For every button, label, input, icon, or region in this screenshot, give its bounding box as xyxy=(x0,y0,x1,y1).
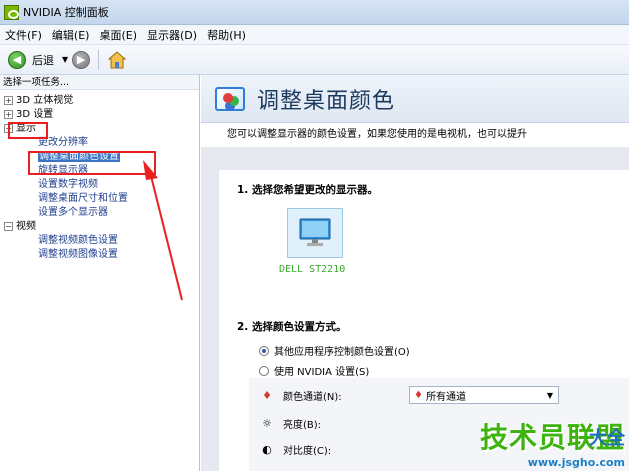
tree-item-label: 调整视频颜色设置 xyxy=(38,235,118,246)
toolbar-separator xyxy=(98,49,100,70)
color-channel-label: 颜色通道(N): xyxy=(283,392,342,403)
back-arrow-icon[interactable]: ◀ xyxy=(8,50,26,69)
forward-arrow-icon[interactable]: ▶ xyxy=(72,50,91,69)
annotation-box-display xyxy=(8,122,48,139)
color-channel-icon: ♦ xyxy=(414,389,423,401)
radio-other-apps[interactable]: 其他应用程序控制颜色设置(O) xyxy=(259,343,410,358)
radio-label: 使用 NVIDIA 设置(S) xyxy=(274,367,370,378)
watermark-side-text: 大全 xyxy=(589,428,625,449)
monitor-tile[interactable] xyxy=(287,208,343,258)
tree-item-label: 设置多个显示器 xyxy=(38,207,108,218)
menu-bar: 文件(F) 编辑(E) 桌面(E) 显示器(D) 帮助(H) xyxy=(0,25,629,45)
page-description: 您可以调整显示器的颜色设置，如果您使用的是电视机，也可以提升 xyxy=(201,123,629,147)
tree-node-video[interactable]: − 视频 xyxy=(4,220,199,234)
section-select-display-title: 1. 选择您希望更改的显示器。 xyxy=(237,184,378,196)
desktop-color-icon xyxy=(215,86,245,111)
expand-icon[interactable]: + xyxy=(4,95,13,105)
task-tree: +3D 立体视觉 +3D 设置 − 显示 更改分辨率 调整桌面颜色设置 旋转显示器… xyxy=(0,90,199,262)
menu-desktop[interactable]: 桌面(E) xyxy=(94,27,142,43)
tree-item-label: 调整视频图像设置 xyxy=(38,249,118,260)
back-button-label[interactable]: 后退 xyxy=(32,52,54,68)
monitor-icon xyxy=(299,218,331,246)
brightness-icon: ☼ xyxy=(262,417,272,430)
contrast-label: 对比度(C): xyxy=(283,446,332,457)
menu-display[interactable]: 显示器(D) xyxy=(142,27,202,43)
menu-help[interactable]: 帮助(H) xyxy=(202,27,251,43)
collapse-icon[interactable]: − xyxy=(4,221,13,231)
toolbar: ◀ 后退 ▼ ▶ xyxy=(0,45,629,75)
monitor-name: DELL ST2210 xyxy=(279,264,346,275)
color-channel-value: 所有通道 xyxy=(425,391,466,403)
radio-nvidia-settings[interactable]: 使用 NVIDIA 设置(S) xyxy=(259,363,369,378)
tree-item-multiple-displays[interactable]: 设置多个显示器 xyxy=(4,206,199,220)
color-channel-row: ♦ 颜色通道(N): xyxy=(261,388,342,403)
contrast-row: ◐ 对比度(C): xyxy=(261,442,331,457)
contrast-icon: ◐ xyxy=(262,443,272,456)
menu-edit[interactable]: 编辑(E) xyxy=(47,27,95,43)
radio-button[interactable] xyxy=(259,365,269,376)
tree-node-3d-settings[interactable]: +3D 设置 xyxy=(4,108,199,122)
section-color-method-title: 2. 选择颜色设置方式。 xyxy=(237,321,347,333)
content-panel: 调整桌面颜色 您可以调整显示器的颜色设置，如果您使用的是电视机，也可以提升 1.… xyxy=(201,75,629,471)
expand-icon[interactable]: + xyxy=(4,109,13,119)
menu-file[interactable]: 文件(F) xyxy=(0,27,47,43)
color-channel-icon: ♦ xyxy=(262,389,272,402)
task-panel-header: 选择一项任务... xyxy=(0,75,199,90)
back-history-dropdown-icon[interactable]: ▼ xyxy=(62,55,68,64)
chevron-down-icon: ▼ xyxy=(546,390,553,400)
tree-item-digital-video[interactable]: 设置数字视频 xyxy=(4,178,199,192)
tree-item-label: 调整桌面尺寸和位置 xyxy=(38,193,128,204)
radio-button[interactable] xyxy=(259,345,269,356)
tree-item-label: 设置数字视频 xyxy=(38,179,98,190)
tree-node-label: 3D 设置 xyxy=(16,109,54,120)
watermark-url: www.jsgho.com xyxy=(527,456,625,469)
tree-node-label: 视频 xyxy=(16,221,36,232)
brightness-row: ☼ 亮度(B): xyxy=(261,416,321,431)
nvidia-logo-icon xyxy=(4,4,19,20)
title-bar: NVIDIA 控制面板 xyxy=(0,0,629,25)
tree-node-3d-stereo[interactable]: +3D 立体视觉 xyxy=(4,94,199,108)
home-icon[interactable] xyxy=(107,50,127,70)
task-panel: 选择一项任务... +3D 立体视觉 +3D 设置 − 显示 更改分辨率 调整桌面… xyxy=(0,75,200,471)
brightness-label: 亮度(B): xyxy=(283,420,322,431)
page-header: 调整桌面颜色 xyxy=(201,75,629,123)
annotation-box-color-settings xyxy=(28,151,156,175)
window-title: NVIDIA 控制面板 xyxy=(23,6,109,19)
radio-label: 其他应用程序控制颜色设置(O) xyxy=(274,347,410,358)
tree-node-label: 3D 立体视觉 xyxy=(16,95,74,106)
page-title: 调整桌面颜色 xyxy=(257,88,396,114)
tree-item-video-image[interactable]: 调整视频图像设置 xyxy=(4,248,199,262)
tree-item-desktop-size-position[interactable]: 调整桌面尺寸和位置 xyxy=(4,192,199,206)
color-channel-select[interactable]: ♦ 所有通道 ▼ xyxy=(409,386,559,404)
tree-item-video-color[interactable]: 调整视频颜色设置 xyxy=(4,234,199,248)
